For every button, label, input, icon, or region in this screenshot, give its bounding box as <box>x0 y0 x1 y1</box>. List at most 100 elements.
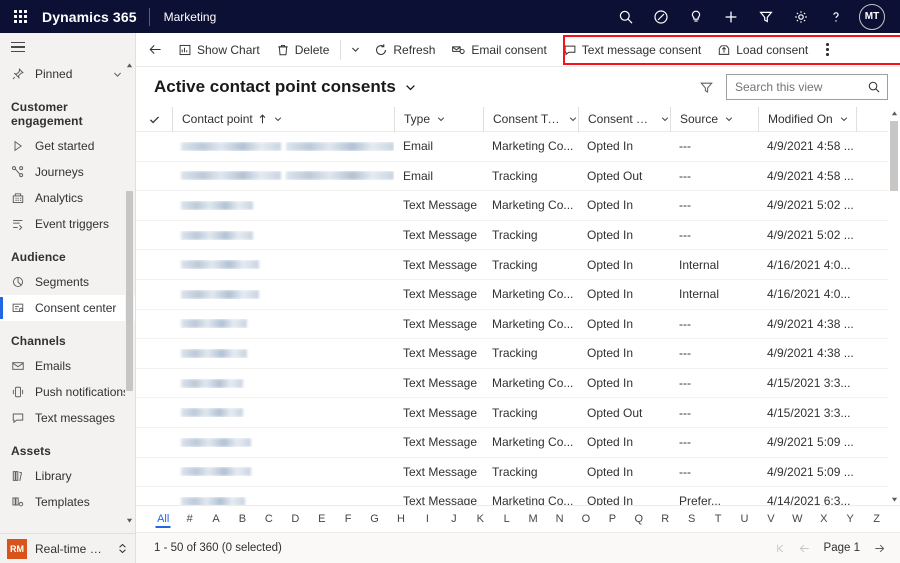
table-row[interactable]: Text Message Marketing Co... Opted In --- 4/… <box>136 428 900 458</box>
search-input-field[interactable] <box>735 80 863 94</box>
cell-contact-point[interactable] <box>172 408 394 418</box>
cell-contact-point[interactable] <box>172 230 394 240</box>
alpha-filter-o[interactable]: O <box>573 506 599 533</box>
help-icon[interactable] <box>818 0 853 33</box>
cell-contact-point[interactable] <box>172 348 394 358</box>
grid-scrollbar[interactable] <box>888 107 900 505</box>
alpha-filter-s[interactable]: S <box>678 506 704 533</box>
sidebar-item-event-triggers[interactable]: Event triggers <box>0 211 135 237</box>
next-page-icon[interactable] <box>868 537 890 559</box>
table-row[interactable]: Text Message Marketing Co... Opted In --- 4/… <box>136 310 900 340</box>
refresh-button[interactable]: Refresh <box>366 35 443 65</box>
chevron-down-icon[interactable] <box>568 114 578 124</box>
grid-scroll-down-icon[interactable] <box>888 493 900 505</box>
alpha-filter-v[interactable]: V <box>758 506 784 533</box>
cell-contact-point[interactable] <box>172 200 394 210</box>
search-icon[interactable] <box>867 80 881 94</box>
table-row[interactable]: Text Message Tracking Opted In --- 4/9/2021 … <box>136 339 900 369</box>
chevron-down-icon[interactable] <box>660 114 670 124</box>
sidebar-item-get-started[interactable]: Get started <box>0 133 135 159</box>
gear-icon[interactable] <box>783 0 818 33</box>
alpha-filter-r[interactable]: R <box>652 506 678 533</box>
column-header-consent-status[interactable]: Consent status <box>578 106 670 132</box>
alpha-filter-k[interactable]: K <box>467 506 493 533</box>
app-launcher-icon[interactable] <box>0 10 40 23</box>
table-row[interactable]: Text Message Marketing Co... Opted In --- 4/… <box>136 191 900 221</box>
alpha-filter-m[interactable]: M <box>520 506 546 533</box>
table-row[interactable]: Text Message Marketing Co... Opted In --- 4/… <box>136 369 900 399</box>
sidebar-scrollbar-thumb[interactable] <box>126 191 133 391</box>
edit-filters-icon[interactable] <box>691 73 721 101</box>
cell-contact-point[interactable] <box>172 467 394 477</box>
alpha-filter-h[interactable]: H <box>388 506 414 533</box>
alpha-filter-d[interactable]: D <box>282 506 308 533</box>
alpha-filter-i[interactable]: I <box>414 506 440 533</box>
alpha-filter-b[interactable]: B <box>229 506 255 533</box>
sidebar-item-emails[interactable]: Emails <box>0 353 135 379</box>
scroll-up-icon[interactable] <box>125 61 134 70</box>
cell-contact-point[interactable] <box>172 496 394 505</box>
sidebar-item-library[interactable]: Library <box>0 463 135 489</box>
alpha-filter-n[interactable]: N <box>546 506 572 533</box>
alpha-filter-j[interactable]: J <box>441 506 467 533</box>
assistant-icon[interactable] <box>643 0 678 33</box>
table-row[interactable]: Text Message Tracking Opted In --- 4/9/2021 … <box>136 221 900 251</box>
delete-button[interactable]: Delete <box>268 35 338 65</box>
view-selector-chevron-down-icon[interactable] <box>404 81 417 94</box>
grid-scrollbar-thumb[interactable] <box>890 121 898 191</box>
prev-page-icon[interactable] <box>794 537 816 559</box>
plus-icon[interactable] <box>713 0 748 33</box>
sidebar-item-pinned[interactable]: Pinned <box>0 61 135 87</box>
alpha-filter-t[interactable]: T <box>705 506 731 533</box>
brand-title[interactable]: Dynamics 365 <box>40 9 149 25</box>
table-row[interactable]: Text Message Tracking Opted In Internal 4/16… <box>136 250 900 280</box>
select-all-checkbox[interactable] <box>148 113 172 126</box>
text-message-consent-button[interactable]: Text message consent <box>555 35 709 65</box>
table-row[interactable]: Text Message Marketing Co... Opted In Prefe… <box>136 487 900 505</box>
column-header-modified-on[interactable]: Modified On <box>758 106 856 132</box>
column-header-type[interactable]: Type <box>394 106 483 132</box>
back-button[interactable] <box>140 35 170 65</box>
alpha-filter-e[interactable]: E <box>309 506 335 533</box>
alpha-filter-w[interactable]: W <box>784 506 810 533</box>
cell-contact-point[interactable] <box>172 378 394 388</box>
alpha-filter-p[interactable]: P <box>599 506 625 533</box>
sidebar-item-text-messages[interactable]: Text messages <box>0 405 135 431</box>
sidebar-scrollbar[interactable] <box>125 61 134 525</box>
alpha-filter-f[interactable]: F <box>335 506 361 533</box>
table-row[interactable]: Text Message Marketing Co... Opted In Inter… <box>136 280 900 310</box>
alpha-filter-c[interactable]: C <box>256 506 282 533</box>
load-consent-button[interactable]: Load consent <box>709 35 816 65</box>
column-header-source[interactable]: Source <box>670 106 758 132</box>
filter-icon[interactable] <box>748 0 783 33</box>
chevron-down-icon[interactable] <box>273 114 283 124</box>
sidebar-item-journeys[interactable]: Journeys <box>0 159 135 185</box>
alpha-filter-l[interactable]: L <box>493 506 519 533</box>
table-row[interactable]: Email Tracking Opted Out --- 4/9/2021 4:58 .… <box>136 162 900 192</box>
table-row[interactable]: Text Message Tracking Opted Out --- 4/15/202… <box>136 398 900 428</box>
cell-contact-point[interactable] <box>172 141 394 151</box>
alpha-filter-hash[interactable]: # <box>176 506 202 533</box>
alpha-filter-a[interactable]: A <box>203 506 229 533</box>
delete-dropdown-chevron-down-icon[interactable] <box>344 35 366 65</box>
search-input[interactable] <box>726 74 888 100</box>
scroll-down-icon[interactable] <box>125 516 134 525</box>
sidebar-item-templates[interactable]: Templates <box>0 489 135 515</box>
chevron-down-icon[interactable] <box>839 114 849 124</box>
column-header-consent-type-value[interactable]: Consent Type Va... <box>483 106 578 132</box>
lightbulb-icon[interactable] <box>678 0 713 33</box>
alpha-filter-q[interactable]: Q <box>626 506 652 533</box>
table-row[interactable]: Text Message Tracking Opted In --- 4/9/2021 … <box>136 458 900 488</box>
avatar[interactable]: MT <box>859 3 885 30</box>
show-chart-button[interactable]: Show Chart <box>170 35 268 65</box>
alpha-filter-y[interactable]: Y <box>837 506 863 533</box>
sidebar-item-segments[interactable]: Segments <box>0 269 135 295</box>
table-row[interactable]: Email Marketing Co... Opted In --- 4/9/2021 … <box>136 132 900 162</box>
grid-scroll-up-icon[interactable] <box>888 107 900 119</box>
chevron-down-icon[interactable] <box>436 114 446 124</box>
alpha-filter-x[interactable]: X <box>811 506 837 533</box>
alpha-filter-all[interactable]: All <box>150 506 176 533</box>
cell-contact-point[interactable] <box>172 289 394 299</box>
area-switch-icon[interactable] <box>110 543 135 554</box>
sidebar-item-consent-center[interactable]: Consent center <box>0 295 135 321</box>
